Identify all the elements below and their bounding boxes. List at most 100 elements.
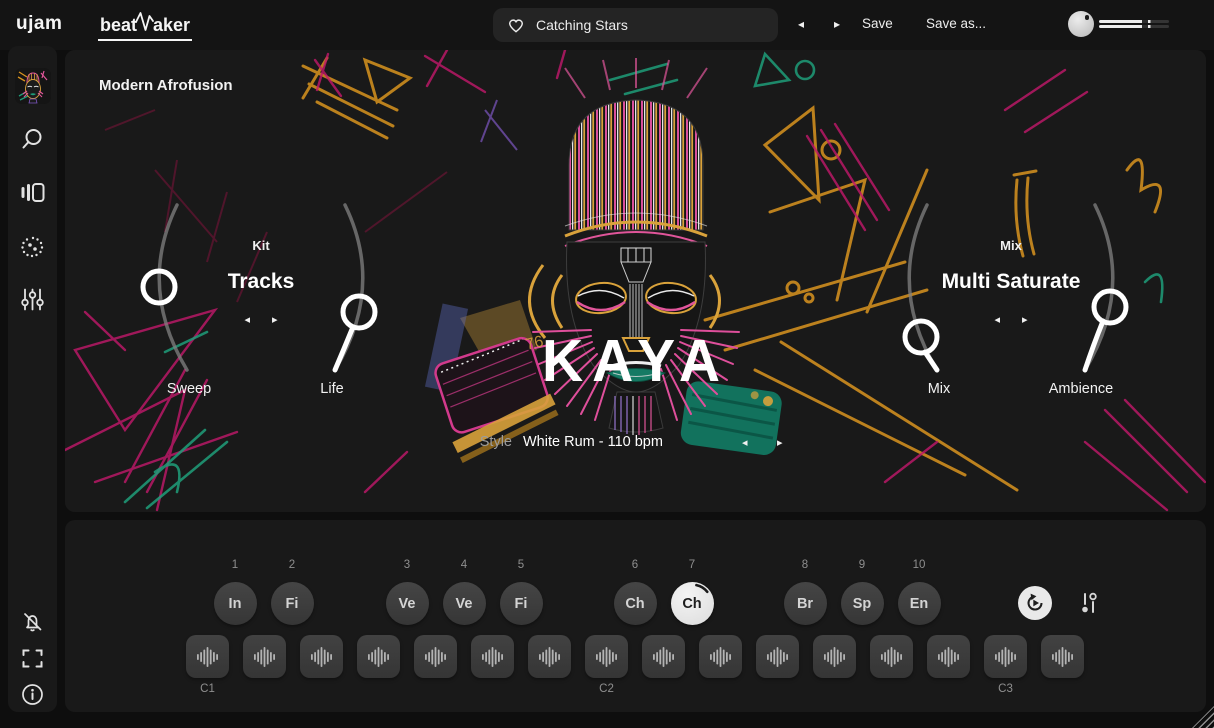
key-pad-7[interactable] [528, 635, 571, 678]
left-sidebar [8, 46, 57, 712]
preset-style-name: Modern Afrofusion [99, 77, 233, 94]
waveform-icon [652, 644, 676, 670]
top-toolbar: ujam beat aker Catching Stars ◂ ▸ Save S… [0, 0, 1214, 50]
notifications-off-icon[interactable] [20, 610, 45, 635]
beatmaker-logo-text-left: beat [100, 15, 137, 36]
style-next-button[interactable]: ▸ [777, 436, 783, 450]
mix-selector-value[interactable]: Multi Saturate [901, 270, 1121, 294]
preset-artwork-avatar[interactable] [15, 68, 51, 104]
style-part-pad-7[interactable]: Ch [671, 582, 714, 625]
pad-number-8: 8 [784, 559, 826, 571]
mix-next-button[interactable]: ▸ [1022, 313, 1028, 327]
kit-prev-button[interactable]: ◂ [244, 313, 250, 327]
waveform-icon [253, 644, 277, 670]
pad-number-5: 5 [500, 559, 542, 571]
waveform-icon [994, 644, 1018, 670]
style-part-pad-10[interactable]: En [898, 582, 941, 625]
style-prev-button[interactable]: ◂ [742, 436, 748, 450]
mix-section-label: Mix [931, 238, 1091, 253]
style-label: Style [437, 434, 512, 450]
style-part-pad-8[interactable]: Br [784, 582, 827, 625]
kit-selector-arrows: ◂ ▸ [181, 313, 341, 327]
key-pad-2[interactable] [243, 635, 286, 678]
style-part-pad-6[interactable]: Ch [614, 582, 657, 625]
next-preset-button[interactable]: ▸ [829, 14, 845, 34]
stage-panel: 76 Modern Afrofusio [65, 50, 1206, 512]
kit-selector-value[interactable]: Tracks [151, 270, 371, 294]
search-icon[interactable] [20, 127, 45, 152]
octave-label-c3: C3 [984, 683, 1027, 695]
loop-replay-icon [1025, 593, 1045, 613]
key-pad-8[interactable] [585, 635, 628, 678]
avatar-mask-art [15, 68, 51, 104]
mix-prev-button[interactable]: ◂ [994, 313, 1000, 327]
preset-selector[interactable]: Catching Stars [493, 8, 778, 42]
kaya-logo: KAYA [65, 327, 1206, 396]
style-part-pad-2[interactable]: Fi [271, 582, 314, 625]
mix-selector-arrows: ◂ ▸ [931, 313, 1091, 327]
octave-label-c2: C2 [585, 683, 628, 695]
previous-preset-button[interactable]: ◂ [793, 14, 809, 34]
key-pad-13[interactable] [870, 635, 913, 678]
output-level-meter [1099, 20, 1169, 30]
style-part-pad-5[interactable]: Fi [500, 582, 543, 625]
pad-number-4: 4 [443, 559, 485, 571]
key-pad-9[interactable] [642, 635, 685, 678]
beatmaker-logo: beat aker [98, 11, 192, 41]
meter-left-channel [1099, 20, 1169, 23]
style-part-pad-1[interactable]: In [214, 582, 257, 625]
pad-number-10: 10 [898, 559, 940, 571]
waveform-icon [1051, 644, 1075, 670]
pad-number-9: 9 [841, 559, 883, 571]
waveform-icon [823, 644, 847, 670]
info-icon[interactable] [20, 682, 45, 707]
beatmaker-window: ujam beat aker Catching Stars ◂ ▸ Save S… [0, 0, 1214, 728]
waveform-icon [709, 644, 733, 670]
key-pad-10[interactable] [699, 635, 742, 678]
pad-number-7: 7 [671, 559, 713, 571]
pad-progress-arc [671, 582, 714, 625]
style-part-pad-9[interactable]: Sp [841, 582, 884, 625]
waveform-icon [595, 644, 619, 670]
pad-number-2: 2 [271, 559, 313, 571]
waveform-icon [481, 644, 505, 670]
key-pad-6[interactable] [471, 635, 514, 678]
style-value[interactable]: White Rum - 110 bpm [523, 434, 663, 450]
style-part-pad-3[interactable]: Ve [386, 582, 429, 625]
waveform-icon [424, 644, 448, 670]
octave-label-c1: C1 [186, 683, 229, 695]
pads-grid-icon[interactable] [20, 234, 45, 259]
beatmaker-logo-text-right: aker [153, 15, 190, 36]
waveform-icon [766, 644, 790, 670]
pad-number-6: 6 [614, 559, 656, 571]
key-pad-12[interactable] [813, 635, 856, 678]
loop-toggle-button[interactable] [1018, 586, 1052, 620]
waveform-icon [538, 644, 562, 670]
waveform-icon [937, 644, 961, 670]
fullscreen-icon[interactable] [20, 646, 45, 671]
performance-mixer-icon[interactable] [1079, 591, 1099, 615]
waveform-icon [310, 644, 334, 670]
waveform-icon [367, 644, 391, 670]
favorite-heart-icon[interactable] [506, 15, 526, 35]
key-pad-3[interactable] [300, 635, 343, 678]
save-as-button[interactable]: Save as... [926, 16, 986, 31]
key-pad-16[interactable] [1041, 635, 1084, 678]
master-volume-knob[interactable] [1068, 11, 1094, 37]
kit-browser-icon[interactable] [20, 180, 45, 205]
key-pad-15[interactable] [984, 635, 1027, 678]
key-pad-11[interactable] [756, 635, 799, 678]
waveform-icon [880, 644, 904, 670]
key-pad-5[interactable] [414, 635, 457, 678]
save-button[interactable]: Save [862, 16, 893, 31]
preset-name: Catching Stars [536, 17, 628, 33]
meter-right-channel [1099, 25, 1169, 28]
kit-next-button[interactable]: ▸ [272, 313, 278, 327]
key-pad-1[interactable] [186, 635, 229, 678]
style-part-pad-4[interactable]: Ve [443, 582, 486, 625]
key-pad-14[interactable] [927, 635, 970, 678]
kit-section-label: Kit [181, 238, 341, 253]
pad-number-3: 3 [386, 559, 428, 571]
key-pad-4[interactable] [357, 635, 400, 678]
mixer-sliders-icon[interactable] [20, 287, 45, 312]
